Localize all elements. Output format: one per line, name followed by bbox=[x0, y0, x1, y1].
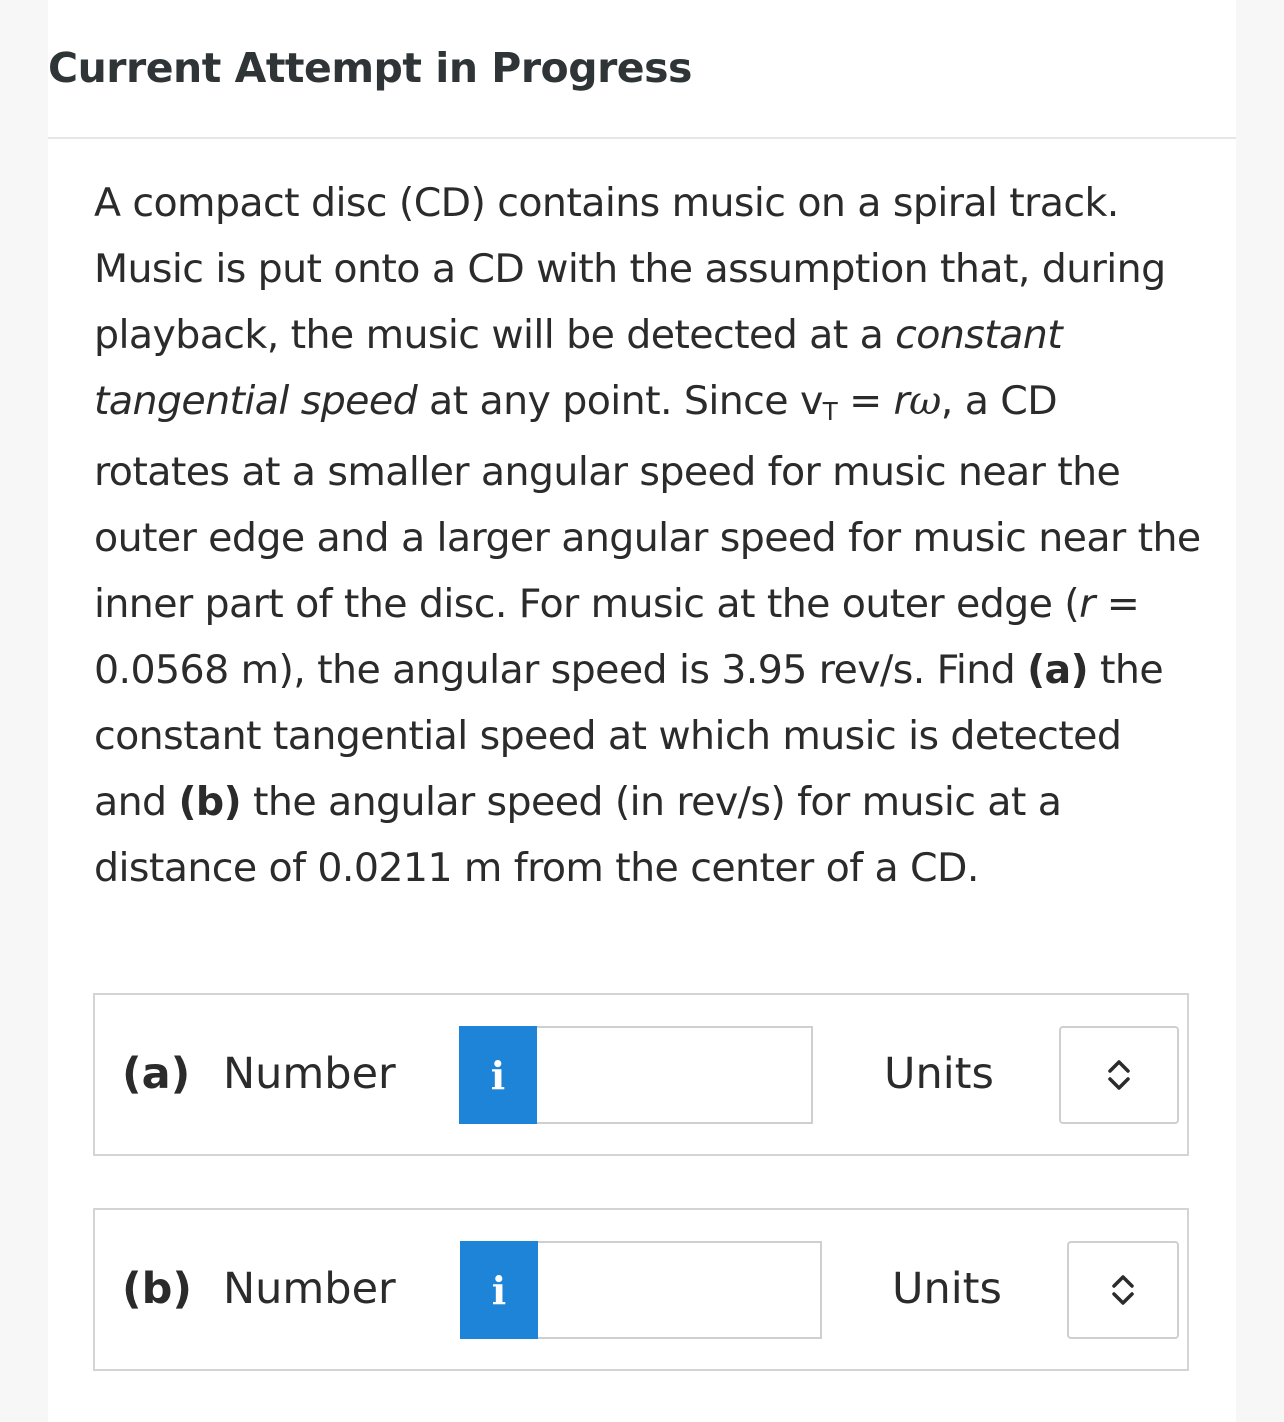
units-select-a[interactable] bbox=[1059, 1026, 1179, 1124]
chevron-up-down-icon bbox=[1112, 1275, 1134, 1305]
part-label: (b) bbox=[122, 1264, 193, 1314]
radius-symbol: r bbox=[1079, 581, 1095, 627]
question-text: A compact disc (CD) contains music on a … bbox=[94, 170, 1204, 901]
part-label: (a) bbox=[122, 1049, 191, 1099]
units-label: Units bbox=[884, 1049, 994, 1099]
number-input-a[interactable] bbox=[537, 1026, 813, 1124]
part-b-ref: (b) bbox=[178, 779, 242, 825]
question-card: Current Attempt in Progress A compact di… bbox=[48, 0, 1236, 1422]
info-icon[interactable]: i bbox=[459, 1026, 537, 1124]
answer-row-b: (b) Number i Units bbox=[93, 1208, 1189, 1371]
velocity-subscript: T bbox=[822, 397, 838, 427]
equals-sign: = bbox=[837, 378, 894, 424]
number-label: Number bbox=[223, 1049, 396, 1099]
info-icon[interactable]: i bbox=[460, 1241, 538, 1339]
page-title: Current Attempt in Progress bbox=[48, 44, 692, 92]
chevron-up-down-icon bbox=[1108, 1060, 1130, 1090]
units-label: Units bbox=[892, 1264, 1002, 1314]
radius-symbol: r bbox=[893, 378, 910, 424]
answer-row-a: (a) Number i Units bbox=[93, 993, 1189, 1156]
units-select-b[interactable] bbox=[1067, 1241, 1179, 1339]
part-a-ref: (a) bbox=[1027, 647, 1089, 693]
velocity-symbol: v bbox=[799, 378, 823, 424]
attempt-header: Current Attempt in Progress bbox=[48, 0, 1236, 139]
number-label: Number bbox=[223, 1264, 396, 1314]
omega-symbol: ω bbox=[909, 378, 941, 424]
question-part: at any point. Since bbox=[417, 378, 800, 424]
number-input-b[interactable] bbox=[538, 1241, 822, 1339]
